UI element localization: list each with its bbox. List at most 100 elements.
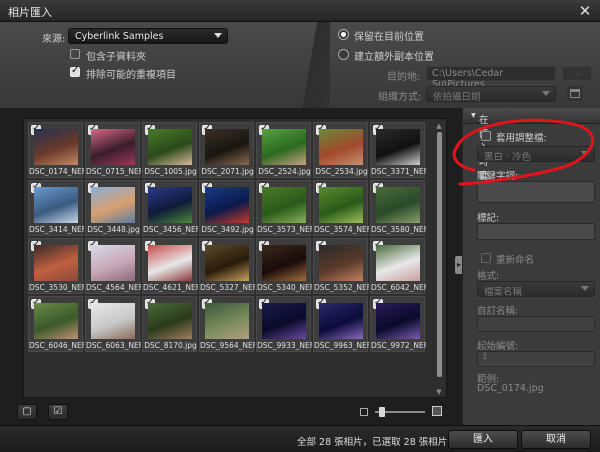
custom-name-label: 自訂名稱: xyxy=(477,306,519,317)
thumbnail-caption: DSC_9564_NEF xyxy=(200,341,255,350)
zoom-out-icon[interactable] xyxy=(360,408,368,416)
vertical-scrollbar[interactable]: ▲ ▼ xyxy=(435,122,443,396)
thumbnail-image xyxy=(376,303,420,339)
import-button[interactable]: 匯入 xyxy=(448,430,518,449)
thumbnail-image xyxy=(34,245,78,281)
thumbnail-item[interactable]: DSC_6042_NEF xyxy=(370,238,426,294)
thumbnail-item[interactable]: DSC_3414_NEF xyxy=(28,180,84,236)
import-settings-panel: 來源: Cyberlink Samples 包含子資料夾 排除可能的重複項目 保… xyxy=(0,22,600,108)
thumbnail-caption: DSC_9933_NEF xyxy=(257,341,312,350)
exclude-duplicates-checkbox[interactable] xyxy=(70,65,80,77)
thumbnail-caption: DSC_3448.jpg xyxy=(87,225,140,234)
thumbnail-image xyxy=(319,187,363,223)
thumbnail-item[interactable]: DSC_8170.jpg xyxy=(142,296,197,352)
thumbnail-image xyxy=(262,187,306,223)
apply-effect-checkbox[interactable] xyxy=(481,131,491,141)
thumbnail-item[interactable]: DSC_5327_NEF xyxy=(199,238,255,294)
thumbnail-item[interactable]: DSC_9933_NEF xyxy=(256,296,312,352)
deselect-all-icon: ▢ xyxy=(22,406,32,417)
thumbnail-item[interactable]: DSC_5340_NEF xyxy=(256,238,312,294)
thumbnail-image xyxy=(376,129,420,165)
scroll-up-icon[interactable]: ▲ xyxy=(435,122,443,130)
thumbnail-item[interactable]: DSC_2071.jpg xyxy=(199,122,254,178)
thumbnail-image xyxy=(34,129,78,165)
calendar-button[interactable] xyxy=(566,85,584,102)
zoom-slider[interactable] xyxy=(360,406,442,418)
thumbnail-item[interactable]: DSC_3492.jpg xyxy=(199,180,254,236)
apply-on-import-panel: ▾ 在匯入時套用 套用調整檔: 黑白 · 冷色 關鍵字詞: 標記: 重新命名 格… xyxy=(462,108,600,425)
zoom-knob[interactable] xyxy=(379,407,385,417)
apply-on-import-header[interactable]: ▾ 在匯入時套用 xyxy=(463,108,600,196)
thumbnail-item[interactable]: DSC_4621_NEF xyxy=(142,238,198,294)
thumbnail-item[interactable]: DSC_3573_NEF xyxy=(256,180,312,236)
thumbnail-item[interactable]: DSC_0715_NEF xyxy=(85,122,141,178)
scrollbar-thumb[interactable] xyxy=(437,132,442,377)
tags-input[interactable] xyxy=(477,223,595,240)
start-number-input[interactable]: 1 xyxy=(477,351,595,367)
thumbnail-caption: DSC_3574_NEF xyxy=(314,225,369,234)
thumbnail-item[interactable]: DSC_3371_NEF xyxy=(370,122,426,178)
close-icon[interactable]: ✕ xyxy=(576,2,594,20)
thumbnail-image xyxy=(148,129,192,165)
thumbnail-image xyxy=(91,129,135,165)
select-all-button[interactable]: ☑ xyxy=(48,404,68,420)
thumbnail-caption: DSC_6063_NEF xyxy=(86,341,141,350)
thumbnail-item[interactable]: DSC_9564_NEF xyxy=(199,296,255,352)
deselect-all-button[interactable]: ▢ xyxy=(17,404,37,420)
thumbnail-item[interactable]: DSC_3530_NEF xyxy=(28,238,84,294)
thumbnail-item[interactable]: DSC_2534.jpg xyxy=(313,122,368,178)
source-label: 來源: xyxy=(42,34,66,45)
thumbnail-item[interactable]: DSC_4564_NEF xyxy=(85,238,141,294)
title-bar: 相片匯入 ✕ xyxy=(0,0,600,22)
thumbnail-item[interactable]: DSC_9963_NEF xyxy=(313,296,369,352)
thumbnail-item[interactable]: DSC_6063_NEF xyxy=(85,296,141,352)
thumbnail-caption: DSC_8170.jpg xyxy=(144,341,197,350)
thumbnail-caption: DSC_2534.jpg xyxy=(315,167,368,176)
keep-location-radio[interactable] xyxy=(338,29,349,40)
thumbnail-image xyxy=(262,129,306,165)
source-selected: Cyberlink Samples xyxy=(75,31,164,42)
thumbnail-caption: DSC_1005.jpg xyxy=(144,167,197,176)
exclude-duplicates-label: 排除可能的重複項目 xyxy=(86,70,176,81)
thumbnail-caption: DSC_4621_NEF xyxy=(143,283,198,292)
thumbnail-item[interactable]: DSC_1005.jpg xyxy=(142,122,197,178)
thumbnail-image xyxy=(376,187,420,223)
thumbnail-item[interactable]: DSC_9972_NEF xyxy=(370,296,426,352)
thumbnail-caption: DSC_6042_NEF xyxy=(371,283,426,292)
new-location-radio[interactable] xyxy=(338,49,349,60)
format-dropdown[interactable]: 檔案名稱 xyxy=(477,281,595,298)
thumbnail-caption: DSC_3530_NEF xyxy=(29,283,84,292)
thumbnail-item[interactable]: DSC_3580_NEF xyxy=(370,180,426,236)
thumbnail-image xyxy=(205,303,249,339)
thumbnail-caption: DSC_4564_NEF xyxy=(86,283,141,292)
keywords-label: 關鍵字詞: xyxy=(477,171,519,182)
chevron-down-icon xyxy=(581,151,589,156)
cancel-button[interactable]: 取消 xyxy=(521,430,591,449)
keywords-input[interactable] xyxy=(477,181,595,203)
thumbnail-item[interactable]: DSC_3456_NEF xyxy=(142,180,198,236)
organize-dropdown[interactable]: 依拍攝日期 xyxy=(426,86,556,103)
thumbnail-item[interactable]: DSC_0174_NEF xyxy=(28,122,84,178)
thumbnail-item[interactable]: DSC_2524.jpg xyxy=(256,122,311,178)
thumbnail-image xyxy=(148,245,192,281)
rename-checkbox[interactable] xyxy=(481,253,491,263)
new-location-label: 建立額外副本位置 xyxy=(354,52,434,63)
custom-name-input[interactable] xyxy=(477,316,595,332)
source-dropdown[interactable]: Cyberlink Samples xyxy=(68,28,228,44)
effect-dropdown[interactable]: 黑白 · 冷色 xyxy=(477,146,595,163)
chevron-down-icon xyxy=(581,286,589,291)
browse-button[interactable]: ... xyxy=(562,66,592,81)
thumbnail-image xyxy=(91,187,135,223)
include-subfolders-checkbox[interactable] xyxy=(70,49,80,59)
destination-label: 目的地: xyxy=(387,72,421,83)
thumbnail-caption: DSC_2524.jpg xyxy=(258,167,311,176)
thumbnail-item[interactable]: DSC_6046_NEF xyxy=(28,296,84,352)
thumbnail-item[interactable]: DSC_5352_NEF xyxy=(313,238,369,294)
thumbnail-item[interactable]: DSC_3574_NEF xyxy=(313,180,369,236)
destination-path-field[interactable]: C:\Users\Cedar Su\Pictures xyxy=(426,66,556,90)
zoom-in-icon[interactable] xyxy=(432,406,442,416)
format-label: 格式: xyxy=(477,271,500,282)
rename-label: 重新命名 xyxy=(496,255,535,266)
thumbnail-item[interactable]: DSC_3448.jpg xyxy=(85,180,140,236)
scroll-down-icon[interactable]: ▼ xyxy=(435,388,443,396)
